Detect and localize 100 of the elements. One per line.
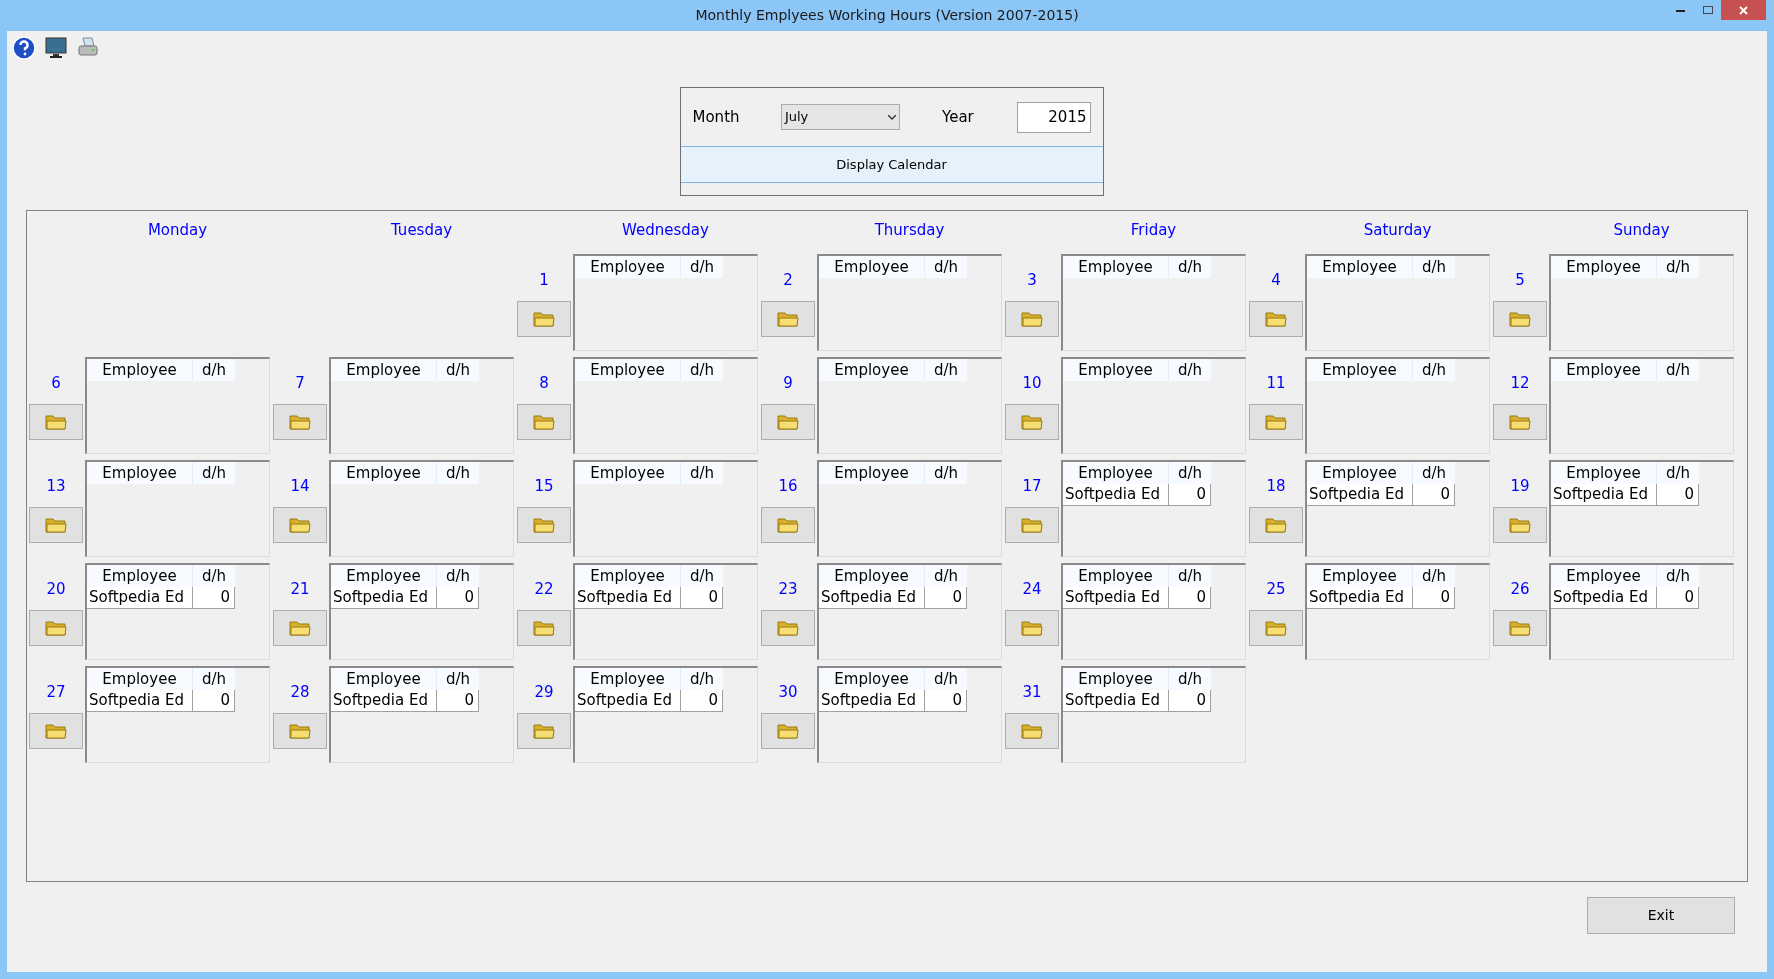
folder-button[interactable] (517, 404, 571, 440)
column-header: d/h (192, 359, 235, 381)
folder-button[interactable] (1005, 507, 1059, 543)
folder-button[interactable] (29, 404, 83, 440)
weekday-header: Saturday (1362, 220, 1433, 241)
folder-button[interactable] (761, 507, 815, 543)
close-button[interactable] (1721, 0, 1766, 20)
folder-button[interactable] (1005, 713, 1059, 749)
column-header: Employee (87, 668, 192, 690)
folder-icon (1265, 619, 1287, 637)
folder-button[interactable] (517, 507, 571, 543)
exit-button[interactable]: Exit (1587, 897, 1735, 934)
folder-button[interactable] (1249, 301, 1303, 337)
column-header: Employee (87, 462, 192, 484)
folder-button[interactable] (1249, 610, 1303, 646)
column-header: Employee (819, 668, 924, 690)
folder-button[interactable] (1493, 301, 1547, 337)
folder-button[interactable] (1493, 610, 1547, 646)
column-header: d/h (1168, 565, 1211, 587)
day-number: 26 (1510, 580, 1530, 598)
folder-icon (1021, 619, 1043, 637)
column-header: d/h (436, 359, 479, 381)
day-number: 19 (1510, 477, 1530, 495)
column-header: d/h (1168, 256, 1211, 278)
folder-button[interactable] (1005, 404, 1059, 440)
day-number: 17 (1022, 477, 1042, 495)
folder-button[interactable] (761, 301, 815, 337)
column-header: Employee (1307, 565, 1412, 587)
column-header: d/h (1412, 359, 1455, 381)
column-header: Employee (819, 462, 924, 484)
day-number: 10 (1022, 374, 1042, 392)
folder-button[interactable] (761, 713, 815, 749)
folder-button[interactable] (1493, 507, 1547, 543)
day-number: 21 (290, 580, 310, 598)
weekday-header: Tuesday (390, 220, 453, 241)
day-number: 7 (295, 374, 305, 392)
monitor-icon[interactable] (44, 36, 68, 60)
display-calendar-button[interactable]: Display Calendar (680, 146, 1103, 183)
table-cell: Softpedia Ed (575, 690, 680, 712)
table-cell: Softpedia Ed (1551, 484, 1656, 506)
minimize-icon (1676, 8, 1685, 12)
folder-button[interactable] (761, 610, 815, 646)
day-number: 22 (534, 580, 554, 598)
folder-button[interactable] (29, 610, 83, 646)
folder-button[interactable] (517, 301, 571, 337)
weekday-header: Monday (146, 220, 209, 241)
table-cell: Softpedia Ed (87, 690, 192, 712)
column-header: d/h (1412, 256, 1455, 278)
table-cell: Softpedia Ed (331, 587, 436, 609)
column-header: d/h (680, 359, 723, 381)
column-header: d/h (192, 565, 235, 587)
year-field[interactable]: 2015 (1016, 101, 1091, 133)
column-header: Employee (331, 565, 436, 587)
folder-button[interactable] (1493, 404, 1547, 440)
day-number: 1 (539, 271, 549, 289)
day-number: 15 (534, 477, 554, 495)
table-cell: Softpedia Ed (1063, 484, 1168, 506)
column-header: d/h (436, 565, 479, 587)
column-header: d/h (1412, 462, 1455, 484)
day-number: 16 (778, 477, 798, 495)
column-header: d/h (924, 359, 967, 381)
folder-button[interactable] (29, 713, 83, 749)
day-number: 9 (783, 374, 793, 392)
folder-button[interactable] (1005, 610, 1059, 646)
folder-icon (45, 413, 67, 431)
day-number: 3 (1027, 271, 1037, 289)
folder-button[interactable] (273, 610, 327, 646)
table-cell: Softpedia Ed (1063, 587, 1168, 609)
column-header: d/h (436, 462, 479, 484)
weekday-header: Wednesday (621, 220, 710, 241)
column-header: d/h (1168, 359, 1211, 381)
column-header: Employee (1063, 462, 1168, 484)
folder-button[interactable] (1005, 301, 1059, 337)
column-header: Employee (575, 565, 680, 587)
column-header: d/h (680, 565, 723, 587)
column-header: Employee (575, 359, 680, 381)
folder-button[interactable] (517, 610, 571, 646)
table-cell: Softpedia Ed (1551, 587, 1656, 609)
folder-icon (1509, 516, 1531, 534)
folder-icon (777, 722, 799, 740)
column-header: Employee (575, 256, 680, 278)
day-number: 23 (778, 580, 798, 598)
folder-icon (289, 619, 311, 637)
folder-button[interactable] (1249, 507, 1303, 543)
folder-button[interactable] (761, 404, 815, 440)
folder-button[interactable] (517, 713, 571, 749)
month-dropdown[interactable]: July (780, 104, 900, 130)
folder-button[interactable] (273, 404, 327, 440)
column-header: d/h (1168, 668, 1211, 690)
day-number: 31 (1022, 683, 1042, 701)
folder-icon (1021, 516, 1043, 534)
folder-button[interactable] (273, 713, 327, 749)
folder-button[interactable] (1249, 404, 1303, 440)
folder-button[interactable] (29, 507, 83, 543)
table-cell: 0 (1656, 484, 1699, 506)
day-number: 4 (1271, 271, 1281, 289)
help-icon[interactable] (12, 36, 36, 60)
folder-button[interactable] (273, 507, 327, 543)
column-header: Employee (1307, 462, 1412, 484)
column-header: d/h (1168, 462, 1211, 484)
